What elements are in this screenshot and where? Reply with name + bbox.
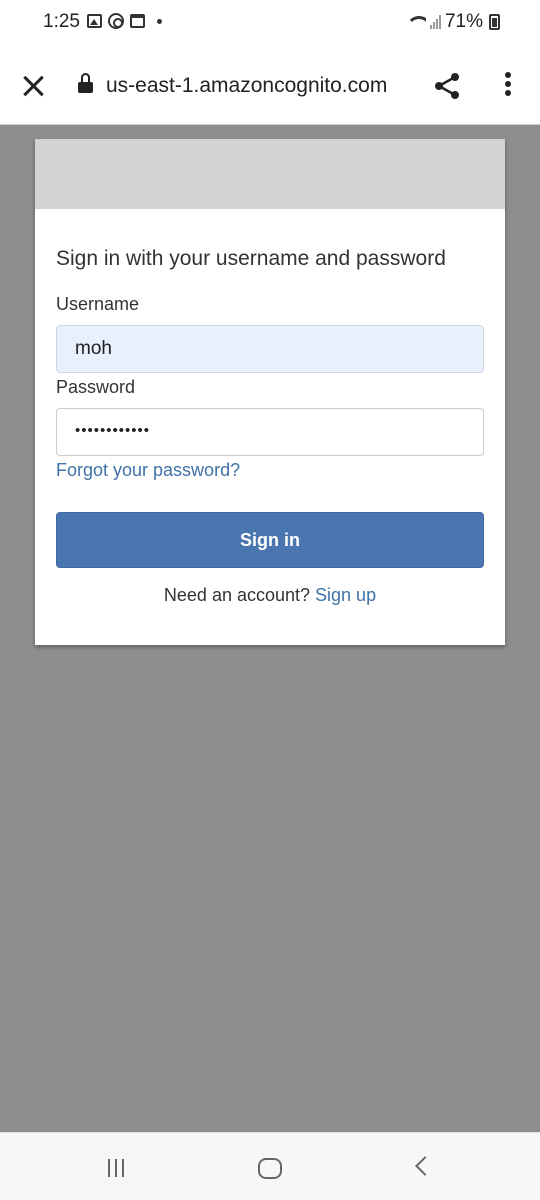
username-label: Username <box>56 294 140 314</box>
status-time: 1:25 <box>43 11 80 32</box>
login-card: Sign in with your username and password … <box>35 139 505 645</box>
lock-icon[interactable] <box>78 73 93 93</box>
back-icon[interactable] <box>415 1156 435 1176</box>
system-status: 71% <box>405 11 500 33</box>
navigation-bar <box>0 1132 540 1200</box>
image-icon <box>87 14 102 28</box>
forgot-password-link[interactable]: Forgot your password? <box>56 460 240 481</box>
notification-icons <box>87 13 162 29</box>
password-label: Password <box>56 377 136 397</box>
wifi-icon <box>405 14 426 30</box>
status-bar: 1:25 71% <box>0 0 540 44</box>
battery-icon <box>489 14 500 30</box>
home-icon[interactable] <box>258 1158 282 1179</box>
close-icon[interactable] <box>20 72 48 100</box>
signup-prompt: Need an account? <box>163 585 316 605</box>
url-text[interactable]: us-east-1.amazoncognito.com <box>106 74 387 98</box>
calendar-icon <box>130 14 145 28</box>
signal-icon <box>429 15 441 29</box>
browser-toolbar: us-east-1.amazoncognito.com <box>0 44 540 125</box>
sign-up-link[interactable]: Sign up <box>315 585 376 605</box>
form-title: Sign in with your username and password <box>56 247 446 270</box>
password-input[interactable]: •••••••••••• <box>56 408 484 456</box>
sign-in-button[interactable]: Sign in <box>56 512 484 568</box>
battery-percentage: 71% <box>444 11 483 32</box>
recents-icon[interactable] <box>108 1159 124 1177</box>
username-input[interactable]: moh <box>56 325 484 373</box>
share-icon[interactable] <box>432 71 462 101</box>
clock-icon <box>108 13 124 29</box>
card-banner <box>35 139 505 209</box>
signup-row: Need an account? Sign up <box>35 585 505 606</box>
more-notifications-dot-icon <box>157 18 162 24</box>
more-vert-icon[interactable] <box>500 72 516 102</box>
